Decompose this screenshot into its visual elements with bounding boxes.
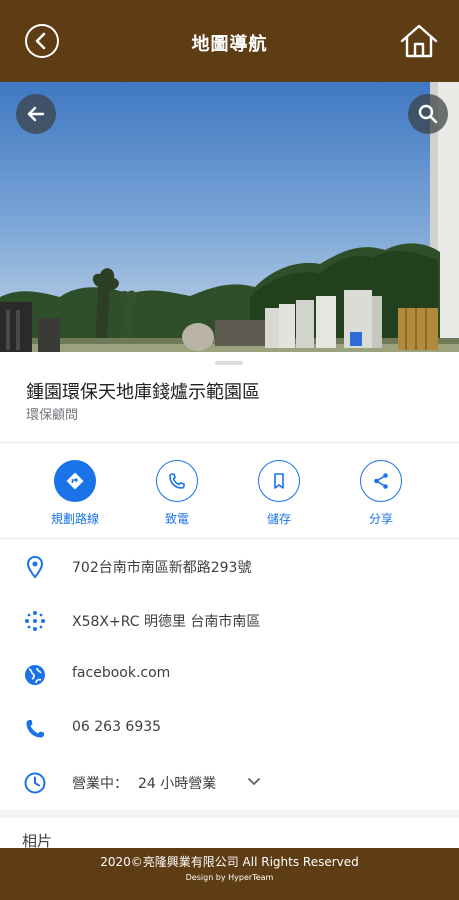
share-label: 分享 <box>368 512 393 526</box>
arrow-left-icon <box>27 106 45 122</box>
hours-value: 24 小時營業 <box>138 776 217 792</box>
share-icon <box>360 460 402 502</box>
globe-icon <box>25 665 45 685</box>
sheet-drag-handle[interactable] <box>215 361 243 365</box>
app-header: 地圖導航 <box>0 0 459 82</box>
home-icon[interactable] <box>399 22 439 60</box>
divider <box>0 538 459 539</box>
plus-code-icon <box>25 611 45 631</box>
website-row[interactable]: facebook.com <box>0 648 459 702</box>
share-button[interactable]: 分享 <box>341 460 421 527</box>
save-label: 儲存 <box>266 512 291 526</box>
park-scene-image <box>0 82 459 352</box>
address-text: 702台南市南區新都路293號 <box>72 560 252 576</box>
phone-icon <box>26 720 44 738</box>
footer-copyright: 2020©亮隆興業有限公司 All Rights Reserved <box>100 855 359 869</box>
bookmark-icon <box>258 460 300 502</box>
call-button[interactable]: 致電 <box>137 460 217 527</box>
place-category: 環保顧問 <box>26 408 79 423</box>
place-photo[interactable] <box>0 82 459 352</box>
directions-icon <box>54 460 96 502</box>
clock-icon <box>24 772 46 794</box>
directions-button[interactable]: 規劃路線 <box>35 460 115 527</box>
website-text: facebook.com <box>72 665 171 681</box>
place-details-sheet: 鍾園環保天地庫錢爐示範園區 環保顧問 規劃路線 致電 儲存 分享 702台南市南… <box>0 352 459 848</box>
place-name: 鍾園環保天地庫錢爐示範園區 <box>26 382 260 403</box>
photo-search-button[interactable] <box>408 94 448 134</box>
photo-back-button[interactable] <box>16 94 56 134</box>
directions-label: 規劃路線 <box>50 512 99 526</box>
section-divider <box>0 810 459 818</box>
hours-status: 營業中： <box>72 776 128 792</box>
hours-row[interactable]: 營業中： 24 小時營業 <box>0 756 459 810</box>
hours-text: 營業中： 24 小時營業 <box>72 773 216 793</box>
address-row[interactable]: 702台南市南區新都路293號 <box>0 540 459 594</box>
location-pin-icon <box>26 555 44 579</box>
photos-heading: 相片 <box>22 832 53 848</box>
phone-text: 06 263 6935 <box>72 719 162 735</box>
phone-row[interactable]: 06 263 6935 <box>0 702 459 756</box>
page-title: 地圖導航 <box>191 34 268 55</box>
save-button[interactable]: 儲存 <box>239 460 319 527</box>
call-label: 致電 <box>164 512 189 526</box>
plus-code-text: X58X+RC 明德里 台南市南區 <box>72 614 261 630</box>
plus-code-row[interactable]: X58X+RC 明德里 台南市南區 <box>0 594 459 648</box>
divider <box>0 442 459 443</box>
phone-icon <box>156 460 198 502</box>
footer-design-credit: Design by HyperTeam <box>185 873 274 882</box>
chevron-down-icon[interactable] <box>243 771 265 793</box>
search-icon <box>418 104 438 124</box>
app-footer: 2020©亮隆興業有限公司 All Rights Reserved Design… <box>0 848 459 900</box>
